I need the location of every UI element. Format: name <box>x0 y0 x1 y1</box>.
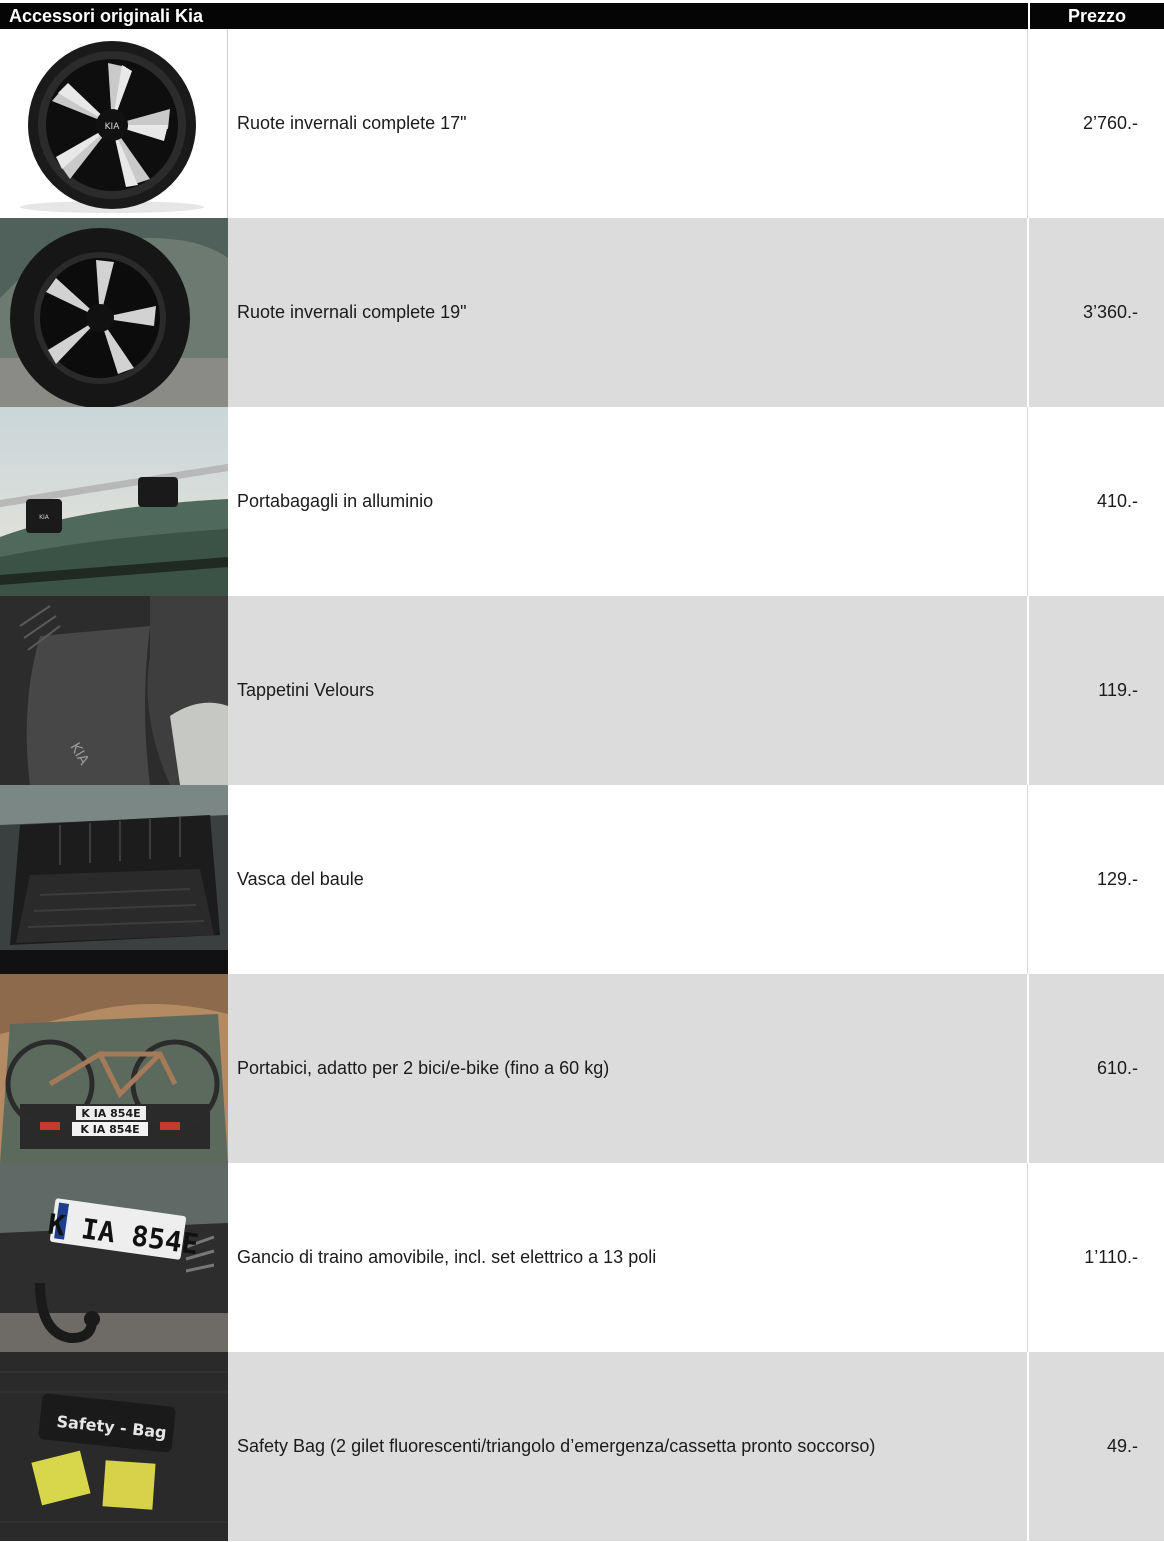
column-divider <box>1027 1352 1029 1541</box>
trunk-tray-image <box>0 785 228 974</box>
item-price: 1’110.- <box>1084 1247 1138 1267</box>
wheel-on-car-19-image <box>0 218 228 407</box>
roof-rack-image: KIA <box>0 407 228 596</box>
item-price: 129.- <box>1096 869 1138 889</box>
tow-hook-image: K IA 854E <box>0 1163 228 1352</box>
column-divider <box>1027 29 1028 218</box>
table-row: Ruote invernali complete 19" 3’360.- <box>0 218 1164 407</box>
item-price: 410.- <box>1096 491 1138 511</box>
price-sheet: Accessori originali Kia Prezzo KIA Ruote… <box>0 0 1164 1542</box>
header-title: Accessori originali Kia <box>9 6 204 26</box>
bike-plate-b: K IA 854E <box>80 1123 139 1136</box>
table-row: KIA Tappetini Velours 119.- <box>0 596 1164 785</box>
item-price: 49.- <box>1106 1436 1138 1456</box>
item-description: Vasca del baule <box>237 869 364 889</box>
accessory-list: KIA Ruote invernali complete 17" 2’760.- <box>0 29 1164 1541</box>
item-description: Portabici, adatto per 2 bici/e-bike (fin… <box>237 1058 610 1078</box>
column-divider <box>1027 407 1028 596</box>
column-divider <box>1027 596 1029 785</box>
item-price: 2’760.- <box>1082 113 1138 133</box>
table-row: K IA 854E K IA 854E Portabici, adatto pe… <box>0 974 1164 1163</box>
column-divider <box>1027 218 1029 407</box>
bike-plate-a: K IA 854E <box>81 1107 140 1120</box>
table-header: Accessori originali Kia Prezzo <box>0 3 1164 29</box>
table-row: K IA 854E Gancio di traino amovibile, in… <box>0 1163 1164 1352</box>
safety-bag-image: Safety - Bag <box>0 1352 228 1541</box>
item-description: Tappetini Velours <box>237 680 375 700</box>
item-description: Safety Bag (2 gilet fluorescenti/triango… <box>237 1436 876 1456</box>
item-price: 3’360.- <box>1082 302 1138 322</box>
header-price: Prezzo <box>1067 6 1127 26</box>
item-description: Ruote invernali complete 19" <box>237 302 467 322</box>
item-description: Gancio di traino amovibile, incl. set el… <box>237 1247 657 1267</box>
item-description: Ruote invernali complete 17" <box>237 113 467 133</box>
column-divider <box>1027 974 1029 1163</box>
table-row: KIA Portabagagli in alluminio 410.- <box>0 407 1164 596</box>
table-row: Vasca del baule 129.- <box>0 785 1164 974</box>
column-divider <box>1027 785 1028 974</box>
svg-text:KIA: KIA <box>39 514 50 521</box>
table-row: Safety - Bag Safety Bag (2 gilet fluores… <box>0 1352 1164 1541</box>
item-price: 610.- <box>1096 1058 1138 1078</box>
column-divider <box>1027 1163 1028 1352</box>
bike-carrier-image: K IA 854E K IA 854E <box>0 974 228 1163</box>
floor-mat-image: KIA <box>0 596 228 785</box>
svg-text:KIA: KIA <box>105 122 121 132</box>
item-price: 119.- <box>1098 680 1138 700</box>
table-row: KIA Ruote invernali complete 17" 2’760.- <box>0 29 1164 218</box>
item-description: Portabagagli in alluminio <box>237 491 434 511</box>
alloy-wheel-17-image: KIA <box>0 29 228 218</box>
